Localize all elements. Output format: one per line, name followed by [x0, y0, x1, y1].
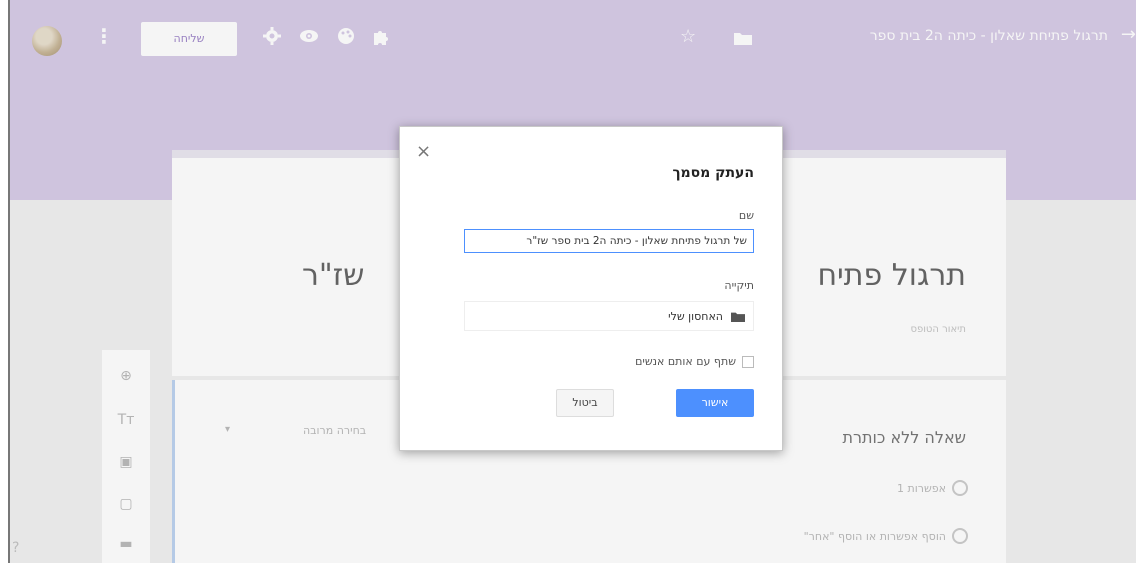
- copy-document-dialog: × העתק מסמך שם תיקייה האחסון שלי שתף עם …: [399, 126, 783, 451]
- share-label: שתף עם אותם אנשים: [635, 355, 736, 368]
- name-label: שם: [738, 209, 754, 222]
- app-window: ⋮ שליחה ☆ תרגול פתיחת שאלון - כיתה ה2 בי…: [8, 0, 1136, 563]
- cancel-button[interactable]: ביטול: [556, 389, 614, 417]
- folder-value: האחסון שלי: [668, 309, 723, 323]
- close-icon[interactable]: ×: [416, 141, 431, 162]
- share-checkbox[interactable]: [742, 355, 754, 368]
- folder-picker[interactable]: האחסון שלי: [464, 301, 754, 331]
- share-checkbox-row[interactable]: שתף עם אותם אנשים: [635, 355, 754, 368]
- ok-button[interactable]: אישור: [676, 389, 754, 417]
- folder-icon: [731, 312, 745, 322]
- document-name-input[interactable]: [464, 229, 754, 253]
- folder-label: תיקייה: [724, 279, 754, 292]
- dialog-title: העתק מסמך: [672, 165, 754, 181]
